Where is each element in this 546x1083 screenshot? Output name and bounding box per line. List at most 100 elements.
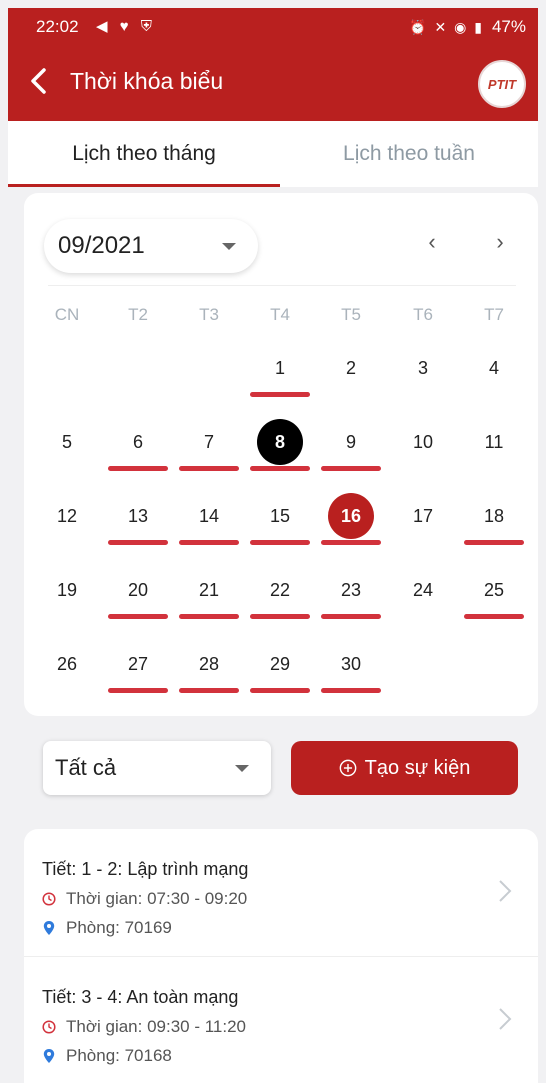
calendar-day[interactable]: 13 <box>108 496 168 536</box>
logo-text: PTIT <box>487 76 517 92</box>
event-indicator-bar <box>321 466 381 471</box>
chevron-right-icon <box>499 1008 512 1030</box>
event-indicator-bar <box>250 392 310 397</box>
weekday-label: T6 <box>413 305 433 324</box>
calendar-day[interactable]: 28 <box>179 644 239 684</box>
event-indicator-bar <box>179 688 239 693</box>
event-room-text: Phòng: 70168 <box>66 1046 172 1065</box>
active-tab-indicator <box>8 184 280 187</box>
calendar-day[interactable]: 3 <box>393 348 453 388</box>
calendar-day[interactable]: 24 <box>393 570 453 610</box>
event-indicator-bar <box>108 466 168 471</box>
chevron-down-icon <box>222 243 236 250</box>
chevron-down-icon <box>235 765 249 772</box>
calendar-day[interactable]: 8 <box>250 419 310 465</box>
weekday-label: T5 <box>341 305 361 324</box>
event-indicator-bar <box>321 688 381 693</box>
event-item[interactable]: Tiết: 3 - 4: An toàn mạng Thời gian: 09:… <box>24 956 538 1083</box>
create-event-label: Tạo sự kiện <box>364 756 471 779</box>
calendar-day[interactable]: 16 <box>321 493 381 539</box>
location-pin-icon <box>43 921 55 935</box>
calendar-day[interactable]: 12 <box>37 496 97 536</box>
calendar-day[interactable]: 1 <box>250 348 310 388</box>
event-indicator-bar <box>464 540 524 545</box>
filter-label: Tất cả <box>55 755 117 780</box>
event-indicator-bar <box>179 466 239 471</box>
month-selector[interactable]: 09/2021 <box>44 219 258 273</box>
event-indicator-bar <box>250 614 310 619</box>
tab-bar: Lịch theo tháng Lịch theo tuần <box>8 121 538 187</box>
event-indicator-bar <box>464 614 524 619</box>
calendar-day[interactable]: 7 <box>179 422 239 462</box>
calendar-day[interactable]: 6 <box>108 422 168 462</box>
calendar-day[interactable]: 14 <box>179 496 239 536</box>
weekday-label: T4 <box>270 305 290 324</box>
event-indicator-bar <box>321 614 381 619</box>
tab-month-view[interactable]: Lịch theo tháng <box>8 121 280 187</box>
back-arrow-icon[interactable] <box>24 66 54 96</box>
status-bar: 22:02 ◀ ♥ ⛨ ⏰ ✕ ◉ ▮ 47% <box>8 8 538 48</box>
calendar-day[interactable]: 11 <box>464 422 524 462</box>
event-item[interactable]: Tiết: 1 - 2: Lập trình mạng Thời gian: 0… <box>24 829 538 955</box>
calendar-day[interactable]: 21 <box>179 570 239 610</box>
event-time: Thời gian: 09:30 - 11:20 <box>42 1017 246 1037</box>
weekday-label: T7 <box>484 305 504 324</box>
selected-day-marker: 16 <box>328 493 374 539</box>
calendar-day[interactable]: 30 <box>321 644 381 684</box>
calendar-day[interactable]: 23 <box>321 570 381 610</box>
event-indicator-bar <box>250 466 310 471</box>
plus-circle-icon <box>339 759 357 777</box>
month-label: 09/2021 <box>58 232 145 259</box>
event-time: Thời gian: 07:30 - 09:20 <box>42 889 247 909</box>
today-marker: 8 <box>257 419 303 465</box>
title-bar: Thời khóa biểu PTIT <box>8 56 538 116</box>
status-notification-icons: ◀ ♥ ⛨ <box>96 18 157 35</box>
calendar-day[interactable]: 19 <box>37 570 97 610</box>
calendar-day[interactable]: 10 <box>393 422 453 462</box>
calendar-day[interactable]: 22 <box>250 570 310 610</box>
event-room: Phòng: 70168 <box>42 1046 172 1066</box>
event-indicator-bar <box>108 688 168 693</box>
event-indicator-bar <box>108 540 168 545</box>
status-system-icons: ⏰ ✕ ◉ ▮ <box>409 18 484 35</box>
event-indicator-bar <box>250 688 310 693</box>
weekday-label: T2 <box>128 305 148 324</box>
calendar-day[interactable]: 26 <box>37 644 97 684</box>
calendar-day[interactable]: 5 <box>37 422 97 462</box>
prev-month-button[interactable]: ‹ <box>422 229 442 255</box>
event-filter-dropdown[interactable]: Tất cả <box>43 741 271 795</box>
calendar-day[interactable]: 25 <box>464 570 524 610</box>
event-room: Phòng: 70169 <box>42 918 172 938</box>
calendar-day[interactable]: 18 <box>464 496 524 536</box>
weekday-label: T3 <box>199 305 219 324</box>
event-title: Tiết: 3 - 4: An toàn mạng <box>42 987 239 1007</box>
calendar-day[interactable]: 29 <box>250 644 310 684</box>
event-indicator-bar <box>179 614 239 619</box>
status-time: 22:02 <box>36 17 79 36</box>
battery-level: 47% <box>491 17 526 36</box>
calendar-day[interactable]: 9 <box>321 422 381 462</box>
calendar-day[interactable]: 4 <box>464 348 524 388</box>
event-indicator-bar <box>108 614 168 619</box>
clock-icon <box>42 1020 56 1034</box>
calendar-day[interactable]: 20 <box>108 570 168 610</box>
ptit-logo: PTIT <box>478 60 526 108</box>
calendar-day[interactable]: 27 <box>108 644 168 684</box>
location-pin-icon <box>43 1049 55 1063</box>
event-indicator-bar <box>321 540 381 545</box>
tab-week-view[interactable]: Lịch theo tuần <box>280 121 538 187</box>
event-indicator-bar <box>250 540 310 545</box>
event-list: Tiết: 1 - 2: Lập trình mạng Thời gian: 0… <box>24 829 538 1083</box>
event-time-text: Thời gian: 07:30 - 09:20 <box>66 889 248 908</box>
status-right: ⏰ ✕ ◉ ▮ 47% <box>409 17 526 37</box>
event-room-text: Phòng: 70169 <box>66 918 172 937</box>
calendar-day[interactable]: 2 <box>321 348 381 388</box>
create-event-button[interactable]: Tạo sự kiện <box>291 741 518 795</box>
calendar-day[interactable]: 15 <box>250 496 310 536</box>
page-title: Thời khóa biểu <box>70 68 224 94</box>
divider <box>48 285 516 286</box>
event-title: Tiết: 1 - 2: Lập trình mạng <box>42 859 249 879</box>
next-month-button[interactable]: › <box>490 229 510 255</box>
weekday-label: CN <box>54 305 80 324</box>
calendar-day[interactable]: 17 <box>393 496 453 536</box>
